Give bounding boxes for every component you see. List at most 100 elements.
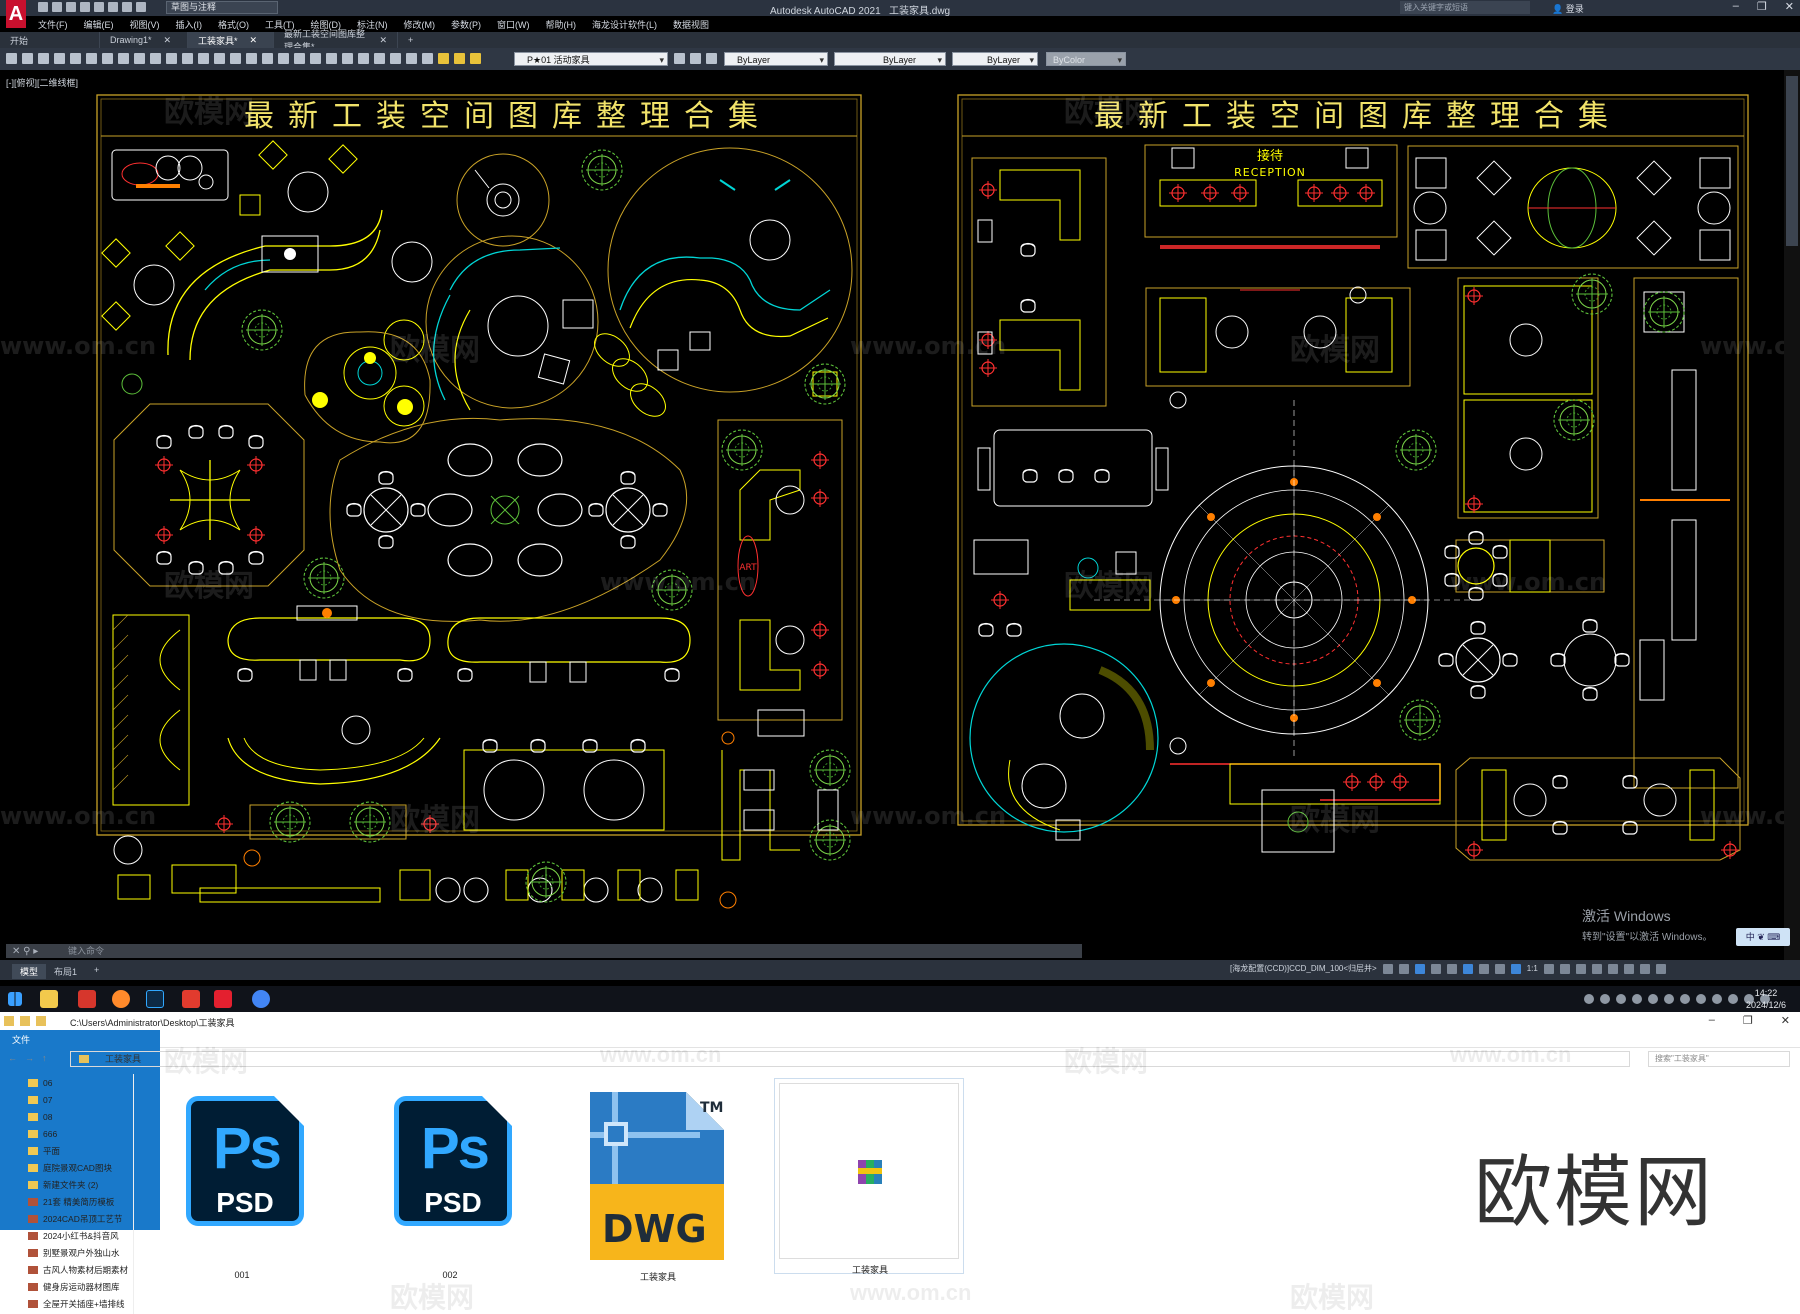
file-item-psd[interactable]: Ps PSD 002 [370,1080,530,1280]
menu-parametric[interactable]: 参数(P) [443,16,489,32]
tray-icon[interactable] [1632,994,1642,1004]
close-icon[interactable]: ✕ [379,35,387,46]
cut-icon[interactable] [102,53,113,64]
hardware-accel-icon[interactable] [1623,963,1634,974]
quickcalc-icon[interactable] [406,53,417,64]
otrack-icon[interactable] [1478,963,1489,974]
close-icon[interactable]: ✕ [250,35,258,46]
menu-edit[interactable]: 编辑(E) [76,16,122,32]
designcenter-icon[interactable] [342,53,353,64]
units-icon[interactable] [1575,963,1586,974]
file-item-psd[interactable]: Ps PSD 001 [162,1080,322,1280]
publish-icon[interactable] [86,53,97,64]
nav-buttons[interactable]: ←→↑ [8,1053,55,1063]
layer-on-icon[interactable] [438,53,449,64]
close-icon[interactable]: ✕ [164,35,172,46]
workspace-gear-icon[interactable] [1543,963,1554,974]
open-icon[interactable] [22,53,33,64]
file-explorer-icon[interactable] [40,990,58,1008]
pan-icon[interactable] [262,53,273,64]
layer-prev-icon[interactable] [674,53,685,64]
tray-icon[interactable] [1616,994,1626,1004]
plotstyle-select[interactable]: ByColor [1046,52,1126,67]
lineweight-icon[interactable] [1494,963,1505,974]
polar-icon[interactable] [1430,963,1441,974]
text-icon[interactable] [182,53,193,64]
tray-icon[interactable] [1680,994,1690,1004]
tab-start[interactable]: 开始 [0,32,100,48]
color-select[interactable]: ByLayer [724,52,828,67]
tray-icon[interactable] [1600,994,1610,1004]
tray-icon[interactable] [1696,994,1706,1004]
close-icon[interactable]: ✕ [1781,1014,1790,1027]
help-search-input[interactable]: 键入关键字或短语 [1400,1,1530,14]
menu-file[interactable]: 文件(F) [30,16,76,32]
undo-icon[interactable] [108,2,118,12]
file-item-archive[interactable]: 工装家具 [774,1078,964,1275]
tray-icon[interactable] [1712,994,1722,1004]
sheetset-icon[interactable] [374,53,385,64]
zoom-icon[interactable] [278,53,289,64]
saveas-icon[interactable] [80,2,90,12]
annomonitor-icon[interactable] [1559,963,1570,974]
lineweight-select[interactable]: ByLayer [952,52,1038,67]
browser-icon[interactable] [78,990,96,1008]
ortho-icon[interactable] [1414,963,1425,974]
add-layout-button[interactable]: + [86,964,107,976]
autocad-logo-icon[interactable]: A [6,0,26,28]
clean-screen-icon[interactable] [1639,963,1650,974]
minimize-icon[interactable]: – [1709,1014,1715,1027]
sidebar-item[interactable]: 健身房运动器材图库 [20,1278,133,1295]
sidebar-item[interactable]: 平面 [20,1142,133,1159]
command-input[interactable]: 键入命令 [68,946,104,956]
tray-icon[interactable] [1664,994,1674,1004]
redo-icon[interactable] [122,2,132,12]
command-line[interactable]: ✕ ⚲ ▸ 键入命令 [6,944,1082,958]
file-item-dwg[interactable]: DWG TM 工装家具 [578,1080,738,1282]
explorer-search-input[interactable]: 搜索"工装家具" [1648,1051,1790,1067]
style-readout[interactable]: [海龙配置(CCD)]CCD_DIM_100<归层并> [1230,963,1377,974]
layer-lock-icon[interactable] [470,53,481,64]
markup-icon[interactable] [390,53,401,64]
login-button[interactable]: 👤 登录 [1552,2,1584,15]
print-icon[interactable] [54,53,65,64]
zoom-window-icon[interactable] [294,53,305,64]
menu-window[interactable]: 窗口(W) [489,16,538,32]
hatch-icon[interactable] [198,53,209,64]
start-icon[interactable] [8,992,22,1006]
annotation-icon[interactable] [1510,963,1521,974]
ime-toolbar[interactable]: 中 ❦ ⌨ [1736,928,1790,946]
isodraft-icon[interactable] [1446,963,1457,974]
snap-icon[interactable] [1398,963,1409,974]
minimize-icon[interactable]: – [1733,0,1739,13]
workspace-select[interactable]: 草图与注释 [166,1,278,14]
linetype-select[interactable]: ByLayer [834,52,946,67]
sidebar-item[interactable]: 别墅景观户外独山水 [20,1244,133,1261]
quickprops-icon[interactable] [1591,963,1602,974]
autocad-icon[interactable] [214,990,232,1008]
sidebar-item[interactable]: 07 [20,1091,133,1108]
tab-model[interactable]: 模型 [12,964,47,979]
tab-layout1[interactable]: 布局1 [46,964,85,979]
address-bar[interactable]: 工装家具 [70,1051,1630,1067]
save-icon[interactable] [38,53,49,64]
menu-modify[interactable]: 修改(M) [396,16,444,32]
osnap-icon[interactable] [1462,963,1473,974]
properties-icon[interactable] [326,53,337,64]
paste-icon[interactable] [134,53,145,64]
firefox-icon[interactable] [112,990,130,1008]
sidebar-item[interactable]: 庭院景观CAD图块 [20,1159,133,1176]
zoom-prev-icon[interactable] [310,53,321,64]
properties-icon[interactable] [20,1016,30,1026]
isolate-icon[interactable] [1607,963,1618,974]
new-icon[interactable] [6,53,17,64]
folder-icon[interactable] [4,1016,14,1026]
photoshop-icon[interactable] [146,990,164,1008]
toolpalette-icon[interactable] [358,53,369,64]
print-icon[interactable] [94,2,104,12]
new-folder-icon[interactable] [36,1016,46,1026]
new-tab-button[interactable]: + [398,32,423,48]
help-icon[interactable] [422,53,433,64]
tray-icon[interactable] [1728,994,1738,1004]
scrollbar-thumb[interactable] [1786,76,1798,246]
